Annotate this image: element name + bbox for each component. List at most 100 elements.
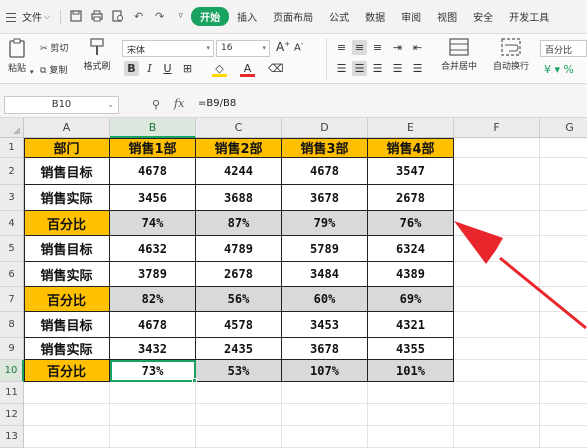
cell-c4[interactable]: 87% <box>196 211 282 236</box>
cell-g1[interactable] <box>540 138 587 158</box>
cell-a9[interactable]: 销售实际 <box>24 338 110 360</box>
cell-f10[interactable] <box>454 360 540 382</box>
cell-c10[interactable]: 53% <box>196 360 282 382</box>
tab-review[interactable]: 审阅 <box>393 9 429 24</box>
merge-center-button[interactable]: 合并居中 <box>436 38 482 72</box>
cell-a5[interactable]: 销售目标 <box>24 236 110 262</box>
cell-e12[interactable] <box>368 404 454 426</box>
copy-button[interactable]: ⧉ 复制 <box>40 63 67 76</box>
cell-d9[interactable]: 3678 <box>282 338 368 360</box>
cell-c6[interactable]: 2678 <box>196 262 282 287</box>
clear-format-icon[interactable]: ⌫ <box>268 61 284 76</box>
column-header-b[interactable]: B <box>110 118 196 138</box>
file-menu[interactable]: 文件 <box>22 9 42 24</box>
tab-insert[interactable]: 插入 <box>229 9 265 24</box>
cell-b4[interactable]: 74% <box>110 211 196 236</box>
redo-icon[interactable]: ↷ <box>153 10 166 23</box>
cell-d5[interactable]: 5789 <box>282 236 368 262</box>
cell-g13[interactable] <box>540 426 587 448</box>
formula-input[interactable]: =B9/B8 <box>198 98 236 109</box>
cell-g12[interactable] <box>540 404 587 426</box>
cell-d10[interactable]: 107% <box>282 360 368 382</box>
cell-d4[interactable]: 79% <box>282 211 368 236</box>
cell-d11[interactable] <box>282 382 368 404</box>
cell-g11[interactable] <box>540 382 587 404</box>
tab-page-layout[interactable]: 页面布局 <box>265 9 321 24</box>
cell-a6[interactable]: 销售实际 <box>24 262 110 287</box>
cell-c9[interactable]: 2435 <box>196 338 282 360</box>
cell-g9[interactable] <box>540 338 587 360</box>
align-left-icon[interactable]: ☰ <box>334 61 349 76</box>
cell-a4[interactable]: 百分比 <box>24 211 110 236</box>
column-header-c[interactable]: C <box>196 118 282 138</box>
align-middle-icon[interactable]: ≡ <box>352 40 367 55</box>
cell-c5[interactable]: 4789 <box>196 236 282 262</box>
row-header-3[interactable]: 3 <box>0 185 24 211</box>
cell-f2[interactable] <box>454 158 540 185</box>
align-center-icon[interactable]: ☰ <box>352 61 367 76</box>
wrap-text-button[interactable]: 自动换行 <box>488 38 534 72</box>
align-right-icon[interactable]: ☰ <box>370 61 385 76</box>
bold-button[interactable]: B <box>124 61 139 76</box>
save-icon[interactable] <box>69 10 82 23</box>
row-header-13[interactable]: 13 <box>0 426 24 448</box>
cell-d12[interactable] <box>282 404 368 426</box>
row-header-9[interactable]: 9 <box>0 338 24 360</box>
align-top-icon[interactable]: ≡ <box>334 40 349 55</box>
cell-b13[interactable] <box>110 426 196 448</box>
cell-c8[interactable]: 4578 <box>196 312 282 338</box>
fx-icon[interactable]: fx <box>174 97 184 110</box>
select-all-corner[interactable] <box>0 118 24 138</box>
justify-icon[interactable]: ☰ <box>390 61 405 76</box>
cell-g2[interactable] <box>540 158 587 185</box>
underline-button[interactable]: U <box>160 61 175 76</box>
format-painter-button[interactable]: 格式刷 <box>82 38 112 72</box>
cell-b2[interactable]: 4678 <box>110 158 196 185</box>
column-header-d[interactable]: D <box>282 118 368 138</box>
row-header-7[interactable]: 7 <box>0 287 24 312</box>
cell-c3[interactable]: 3688 <box>196 185 282 211</box>
increase-font-icon[interactable]: A+ <box>276 40 290 54</box>
row-header-11[interactable]: 11 <box>0 382 24 404</box>
outdent-icon[interactable]: ⇤ <box>410 40 425 55</box>
cell-a13[interactable] <box>24 426 110 448</box>
tab-security[interactable]: 安全 <box>465 9 501 24</box>
cut-button[interactable]: ✂ 剪切 <box>40 41 68 54</box>
cell-a12[interactable] <box>24 404 110 426</box>
border-icon[interactable]: ⊞ <box>180 61 195 76</box>
cell-d7[interactable]: 60% <box>282 287 368 312</box>
name-box[interactable]: B10 ⌄ <box>4 96 119 114</box>
row-header-1[interactable]: 1 <box>0 138 24 158</box>
column-header-f[interactable]: F <box>454 118 540 138</box>
cell-b1[interactable]: 销售1部 <box>110 138 196 158</box>
cell-f9[interactable] <box>454 338 540 360</box>
cell-a2[interactable]: 销售目标 <box>24 158 110 185</box>
cell-b9[interactable]: 3432 <box>110 338 196 360</box>
cell-e2[interactable]: 3547 <box>368 158 454 185</box>
cell-a10[interactable]: 百分比 <box>24 360 110 382</box>
fill-handle[interactable] <box>192 378 197 383</box>
row-header-2[interactable]: 2 <box>0 158 24 185</box>
cell-c11[interactable] <box>196 382 282 404</box>
paste-chevron-icon[interactable]: ▾ <box>30 68 34 76</box>
cell-a3[interactable]: 销售实际 <box>24 185 110 211</box>
zoom-icon[interactable]: ⚲ <box>152 98 160 111</box>
cell-c2[interactable]: 4244 <box>196 158 282 185</box>
italic-button[interactable]: I <box>142 61 157 76</box>
cell-b10[interactable]: 73% <box>110 360 196 382</box>
cell-f13[interactable] <box>454 426 540 448</box>
cell-b8[interactable]: 4678 <box>110 312 196 338</box>
chevron-down-icon[interactable]: ⌵ <box>44 12 50 22</box>
tab-formulas[interactable]: 公式 <box>321 9 357 24</box>
row-header-10[interactable]: 10 <box>0 360 24 382</box>
print-icon[interactable] <box>90 10 103 23</box>
column-header-a[interactable]: A <box>24 118 110 138</box>
cell-e9[interactable]: 4355 <box>368 338 454 360</box>
cell-f11[interactable] <box>454 382 540 404</box>
font-name-select[interactable]: 宋体 ▾ <box>122 40 214 57</box>
indent-icon[interactable]: ⇥ <box>390 40 405 55</box>
cell-e13[interactable] <box>368 426 454 448</box>
cell-d2[interactable]: 4678 <box>282 158 368 185</box>
cell-e11[interactable] <box>368 382 454 404</box>
cell-a11[interactable] <box>24 382 110 404</box>
